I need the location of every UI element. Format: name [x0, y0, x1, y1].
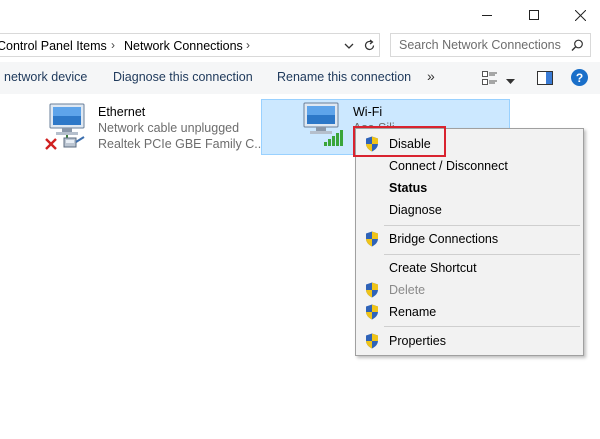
- maximize-icon[interactable]: [511, 0, 557, 30]
- help-icon[interactable]: ?: [571, 69, 588, 89]
- address-dropdown-icon[interactable]: [344, 40, 354, 54]
- disconnected-x-icon: [45, 138, 57, 153]
- uac-shield-icon: [365, 333, 379, 352]
- menu-item-diagnose[interactable]: Diagnose: [356, 199, 583, 221]
- menu-item-rename[interactable]: Rename: [356, 301, 583, 323]
- change-view-icon[interactable]: [482, 71, 498, 88]
- menu-separator: [384, 254, 580, 255]
- refresh-icon[interactable]: [363, 39, 376, 55]
- menu-item-status[interactable]: Status: [356, 177, 583, 199]
- preview-pane-icon[interactable]: [537, 71, 553, 88]
- ethernet-name: Ethernet: [98, 105, 146, 119]
- menu-item-create-shortcut[interactable]: Create Shortcut: [356, 257, 583, 279]
- command-bar: network device Diagnose this connection …: [0, 62, 600, 94]
- menu-separator: [384, 326, 580, 327]
- wifi-name: Wi-Fi: [353, 105, 383, 119]
- search-box[interactable]: [390, 33, 591, 57]
- more-commands-button[interactable]: »: [427, 68, 435, 84]
- uac-shield-icon: [365, 231, 379, 250]
- uac-shield-icon: [365, 304, 379, 323]
- close-icon[interactable]: [557, 0, 600, 30]
- ethernet-device: Realtek PCIe GBE Family C...: [98, 137, 265, 151]
- title-bar: [0, 0, 600, 30]
- view-dropdown-icon[interactable]: [506, 74, 515, 88]
- menu-item-delete: Delete: [356, 279, 583, 301]
- address-row: Control Panel Items › Network Connection…: [0, 31, 600, 59]
- menu-item-properties[interactable]: Properties: [356, 330, 583, 352]
- breadcrumb-control-panel-items[interactable]: Control Panel Items: [0, 39, 107, 53]
- search-icon[interactable]: [571, 39, 584, 55]
- minimize-icon[interactable]: [464, 0, 510, 30]
- disable-highlight-box: [353, 126, 446, 157]
- menu-separator: [384, 225, 580, 226]
- ethernet-status: Network cable unplugged: [98, 121, 240, 135]
- breadcrumb-network-connections[interactable]: Network Connections: [124, 39, 243, 53]
- menu-item-bridge-connections[interactable]: Bridge Connections: [356, 228, 583, 250]
- breadcrumb-separator-icon[interactable]: ›: [111, 38, 115, 52]
- wifi-signal-icon: [323, 129, 345, 150]
- ethernet-cable-icon: [62, 134, 86, 153]
- svg-text:?: ?: [576, 71, 583, 85]
- context-menu: Disable Connect / Disconnect Status Diag…: [355, 128, 584, 356]
- address-bar[interactable]: Control Panel Items › Network Connection…: [0, 33, 380, 57]
- diagnose-connection-button[interactable]: Diagnose this connection: [113, 70, 253, 84]
- breadcrumb-separator-icon[interactable]: ›: [246, 38, 250, 52]
- menu-item-connect-disconnect[interactable]: Connect / Disconnect: [356, 155, 583, 177]
- search-input[interactable]: [391, 34, 574, 56]
- uac-shield-icon: [365, 282, 379, 301]
- disable-network-device-button[interactable]: network device: [4, 70, 87, 84]
- rename-connection-button[interactable]: Rename this connection: [277, 70, 411, 84]
- ethernet-connection[interactable]: Ethernet Network cable unplugged Realtek…: [40, 100, 265, 156]
